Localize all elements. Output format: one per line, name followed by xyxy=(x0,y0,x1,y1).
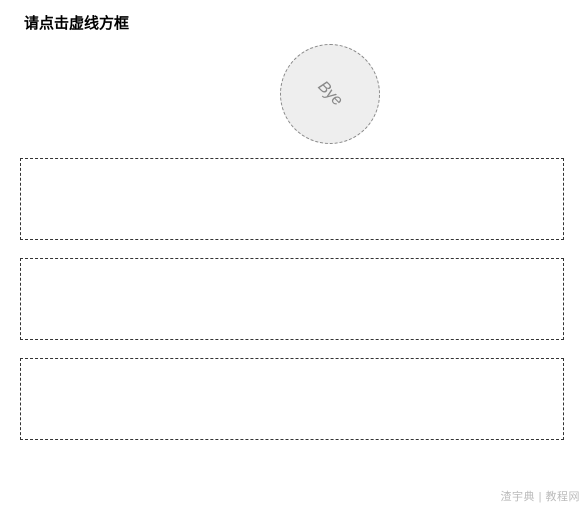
dashed-box-3[interactable] xyxy=(20,358,564,440)
dashed-box-2[interactable] xyxy=(20,258,564,340)
greeting-circle: Bye xyxy=(280,44,380,144)
dashed-box-1[interactable] xyxy=(20,158,564,240)
greeting-circle-text: Bye xyxy=(314,78,346,110)
instruction-title: 请点击虚线方框 xyxy=(24,12,129,33)
watermark-text: 渣宇典 | 教程网 xyxy=(501,488,580,504)
